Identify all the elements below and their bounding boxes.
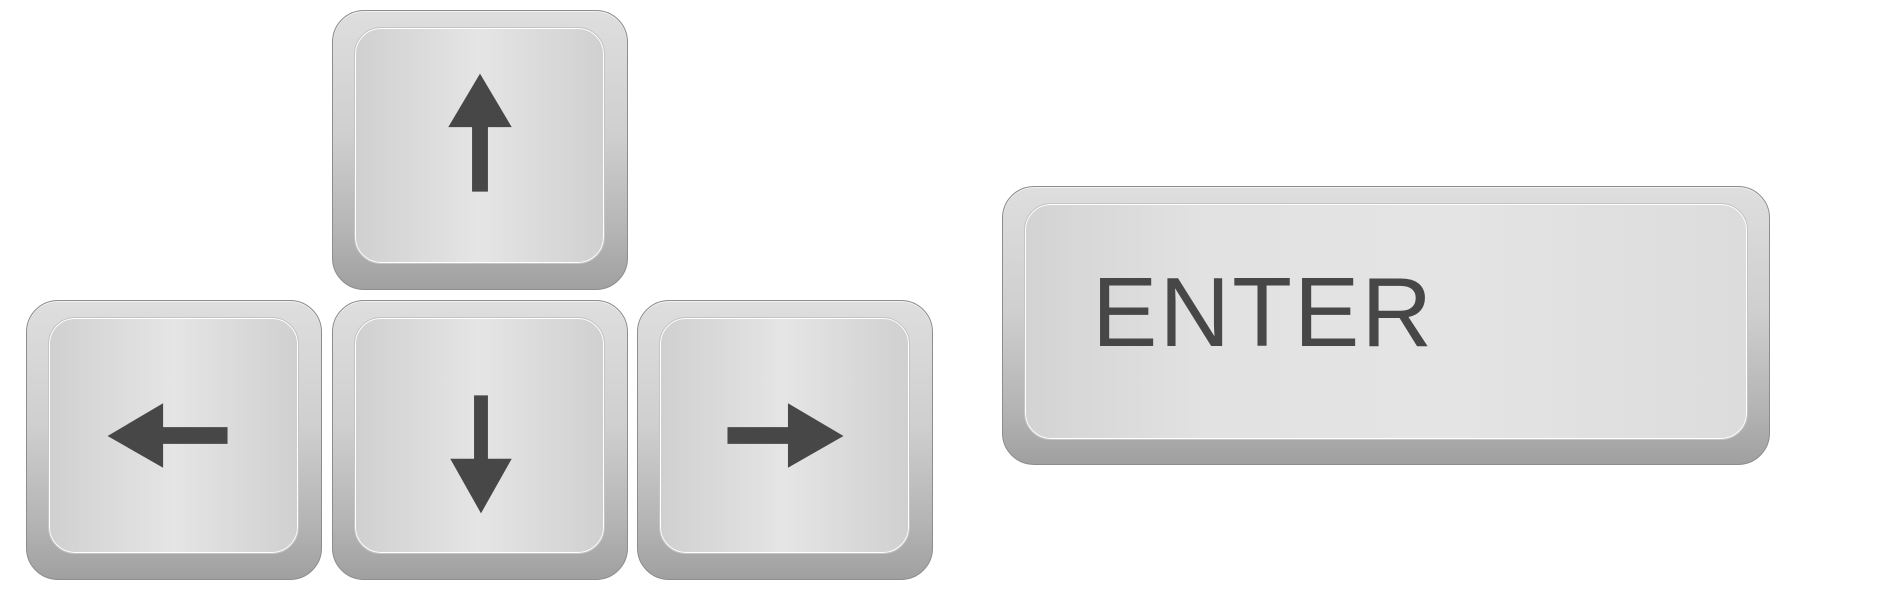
right-arrow-key[interactable] [637, 300, 933, 580]
enter-key-label: ENTER [1092, 257, 1435, 367]
left-arrow-key-face [48, 317, 299, 554]
left-arrow-key[interactable] [26, 300, 322, 580]
enter-key[interactable]: ENTER [1002, 186, 1770, 465]
up-arrow-key-face [354, 27, 605, 264]
enter-key-face: ENTER [1024, 203, 1748, 440]
arrow-up-icon [448, 73, 512, 192]
arrow-left-icon [107, 403, 228, 468]
down-arrow-key[interactable] [332, 300, 628, 580]
right-arrow-key-face [659, 317, 910, 554]
arrow-right-icon [727, 403, 844, 468]
up-arrow-key[interactable] [332, 10, 628, 290]
down-arrow-key-face [354, 317, 605, 554]
arrow-down-icon [450, 395, 512, 514]
